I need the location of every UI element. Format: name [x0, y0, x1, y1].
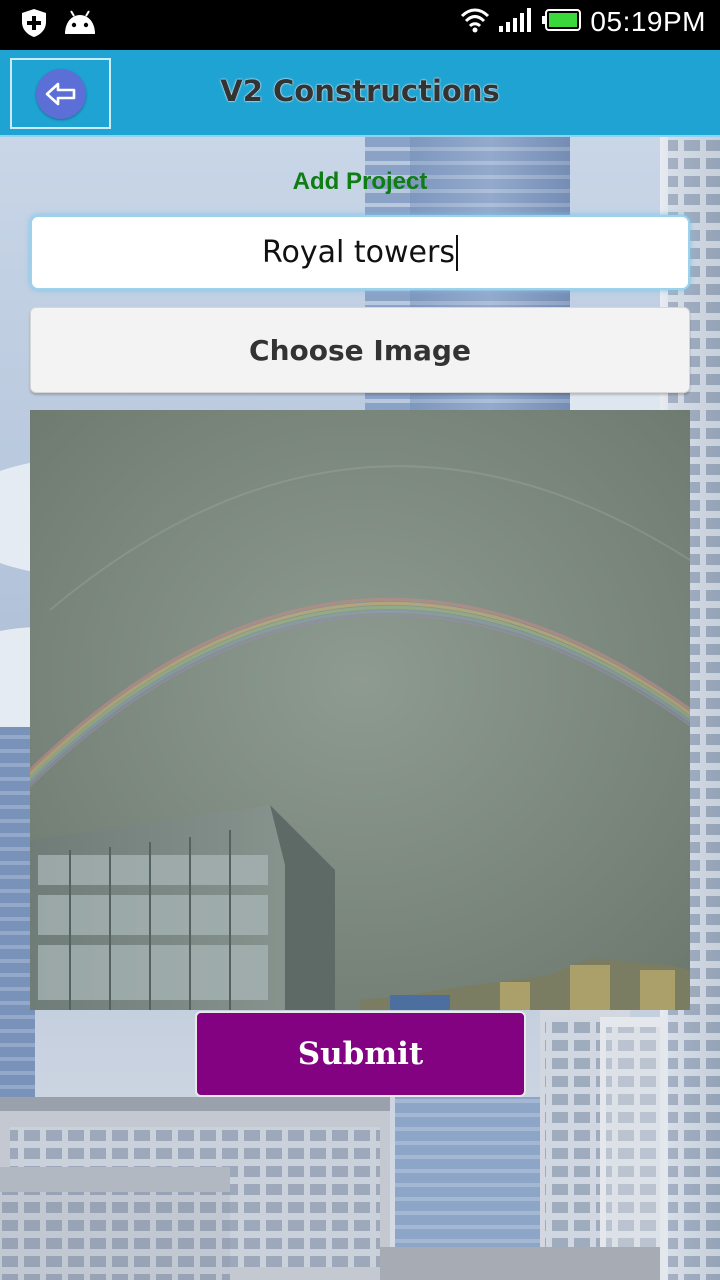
android-icon	[62, 8, 98, 42]
signal-icon	[498, 7, 534, 37]
shield-plus-icon	[20, 8, 48, 42]
app-bar: V2 Constructions	[0, 50, 720, 137]
project-name-input[interactable]: Royal towers	[30, 215, 690, 290]
app-title: V2 Constructions	[220, 74, 500, 108]
selected-image-preview	[30, 410, 690, 1010]
choose-image-button[interactable]: Choose Image	[30, 307, 690, 393]
text-cursor	[455, 234, 458, 271]
wifi-icon	[460, 7, 490, 37]
battery-icon	[542, 8, 582, 36]
status-time: 05:19PM	[590, 6, 706, 37]
project-name-value: Royal towers	[262, 235, 455, 270]
status-bar: 05:19PM	[0, 0, 720, 50]
submit-button[interactable]: Submit	[195, 1011, 526, 1097]
add-project-heading: Add Project	[292, 168, 428, 195]
